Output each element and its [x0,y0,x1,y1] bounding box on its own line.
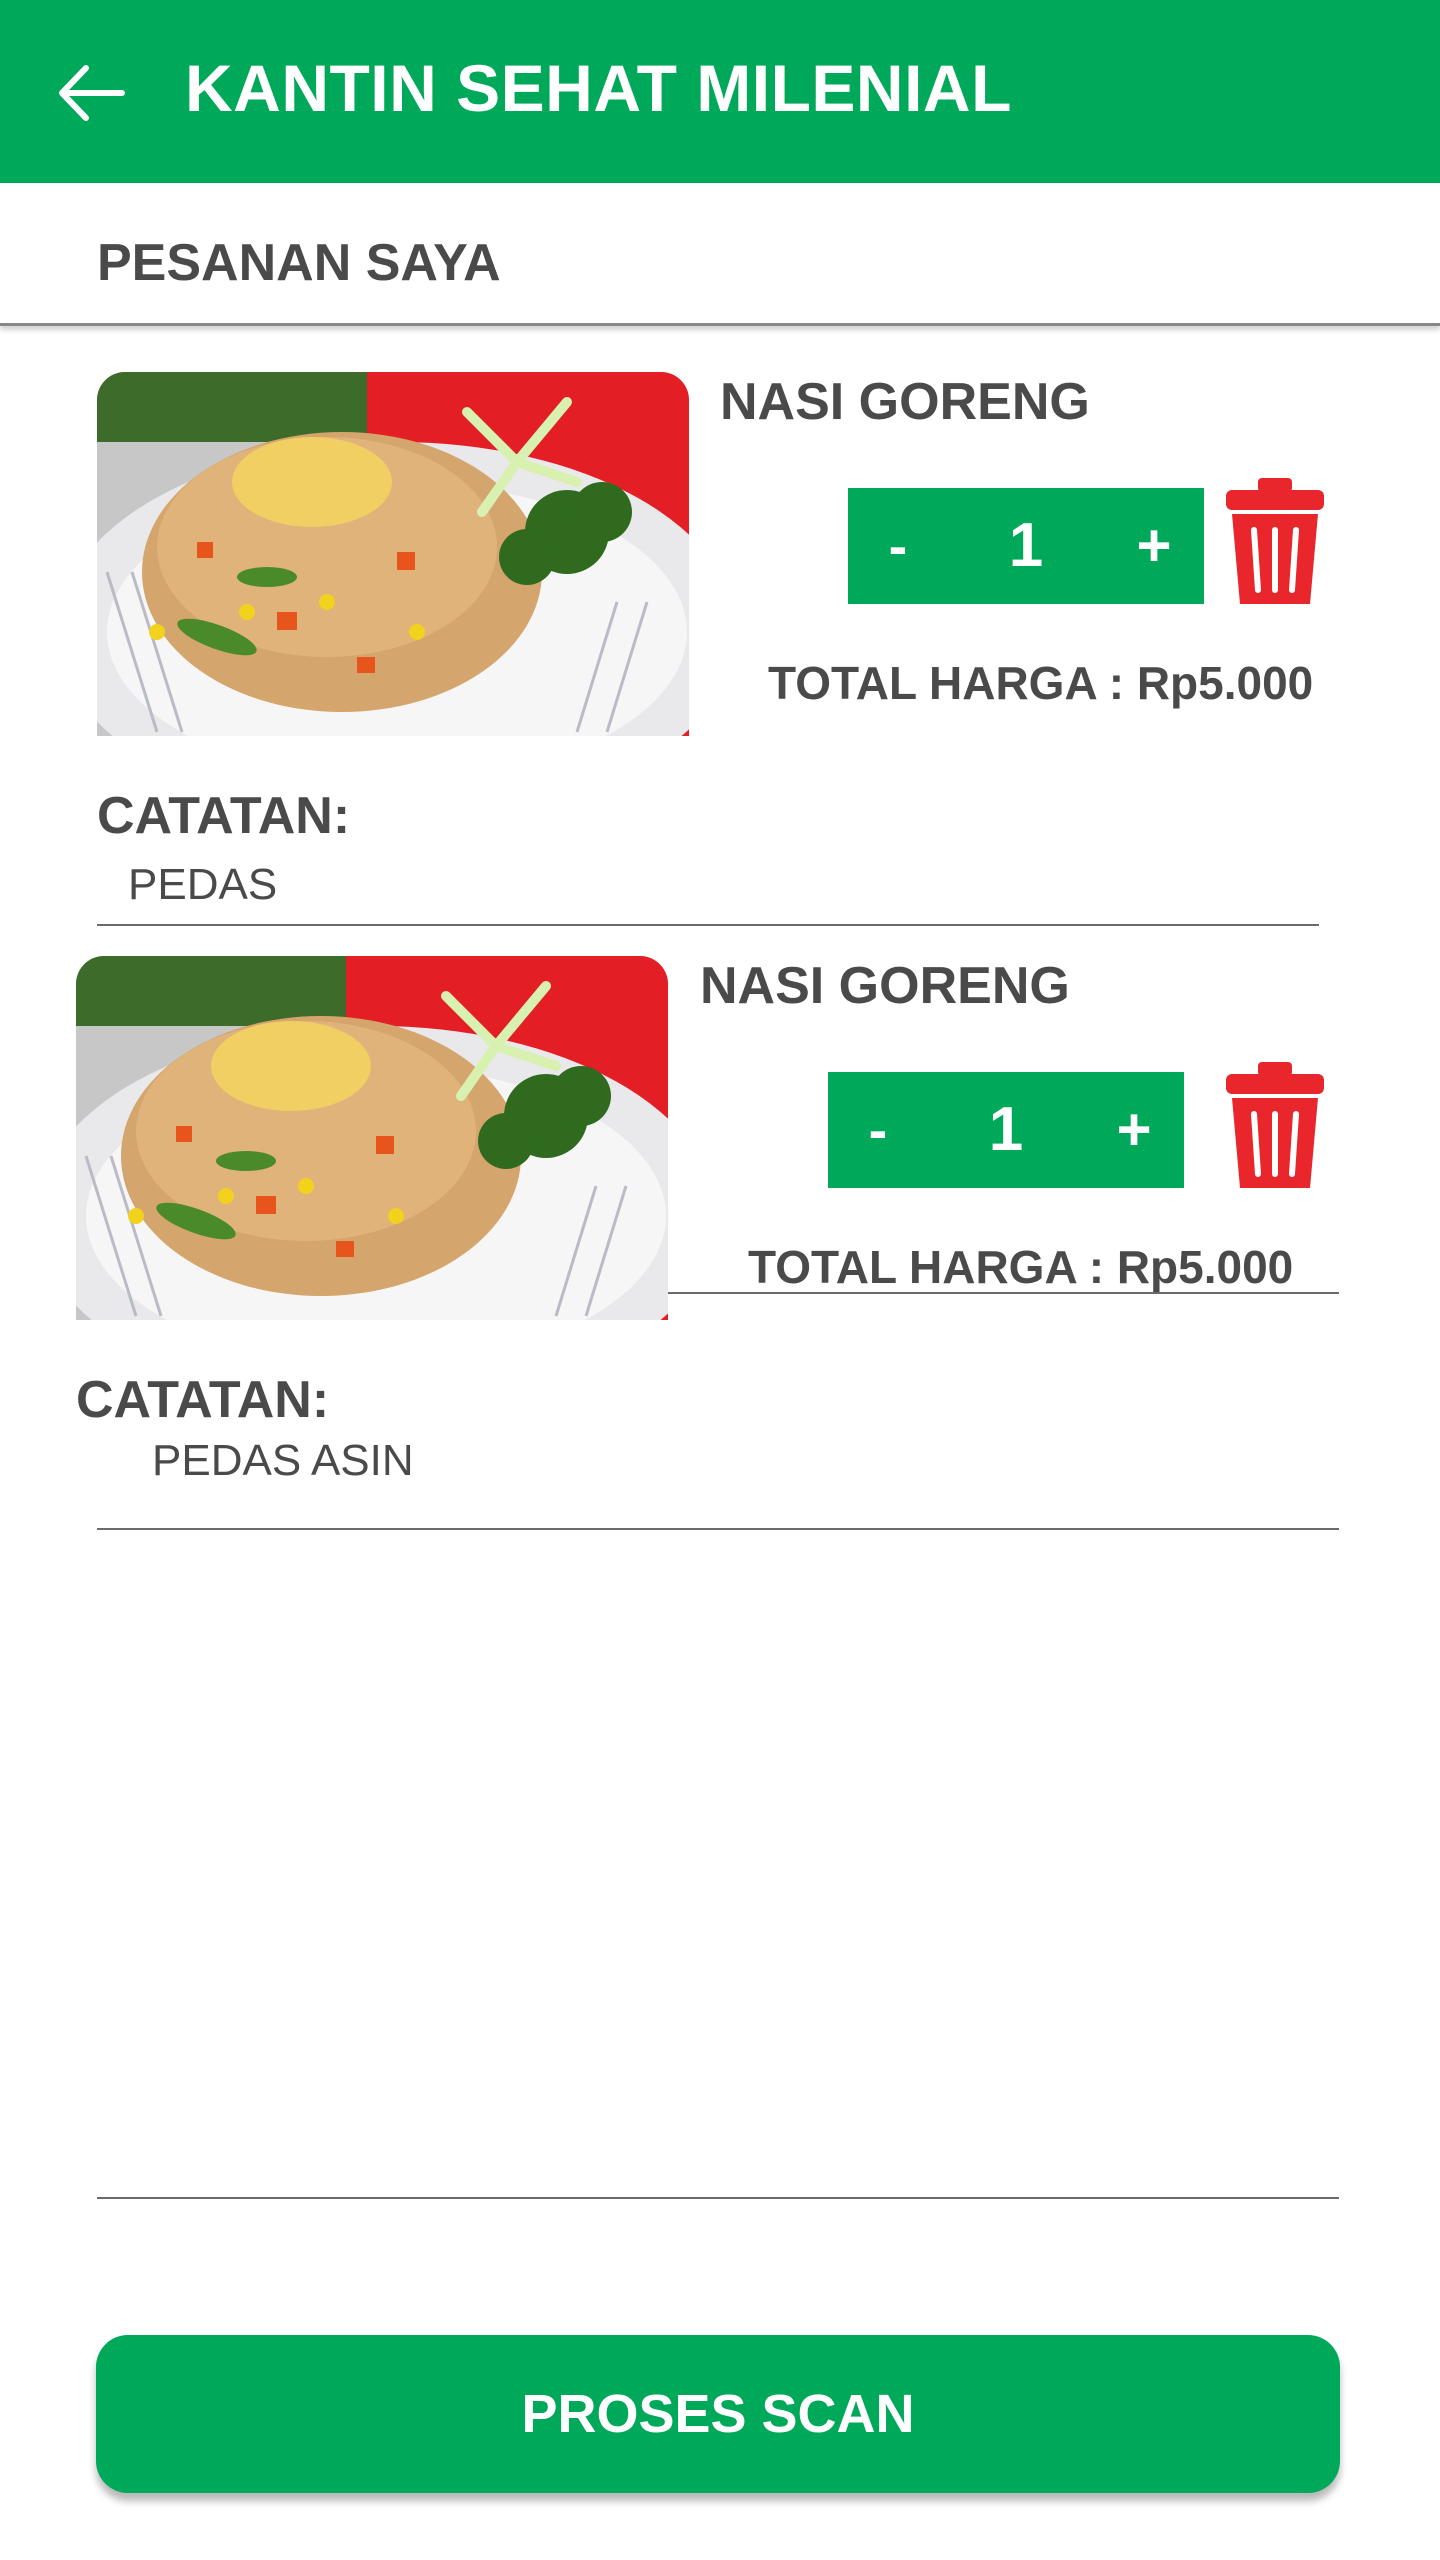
note-label: CATATAN: [76,1371,330,1429]
arrow-left-icon [59,65,125,121]
increase-button[interactable]: + [1104,1072,1164,1188]
total-price: TOTAL HARGA : Rp5.000 [748,1241,1294,1293]
section-header: PESANAN SAYA [0,183,1440,326]
delete-button[interactable] [1226,1062,1324,1188]
note-text: PEDAS ASIN [152,1436,414,1485]
divider [97,1528,1339,1530]
decrease-button[interactable]: - [848,1072,908,1188]
quantity-value: 1 [1008,511,1044,580]
food-name: NASI GORENG [720,373,1090,431]
decrease-button[interactable]: - [868,488,928,604]
divider [668,1292,1339,1294]
divider [97,924,1319,926]
total-price: TOTAL HARGA : Rp5.000 [768,657,1314,709]
food-image [97,372,689,736]
quantity-value: 1 [988,1095,1024,1164]
food-name: NASI GORENG [700,957,1070,1015]
app-title: KANTIN SEHAT MILENIAL [185,51,1012,125]
section-title: PESANAN SAYA [97,234,501,292]
trash-icon [1226,478,1324,604]
note-text: PEDAS [128,860,278,909]
process-scan-button[interactable]: PROSES SCAN [96,2335,1340,2493]
app-bar: KANTIN SEHAT MILENIAL [0,0,1440,183]
divider [97,2197,1339,2199]
increase-button[interactable]: + [1124,488,1184,604]
back-button[interactable] [52,58,132,128]
quantity-stepper: - 1 + [848,488,1204,604]
note-label: CATATAN: [97,787,351,845]
food-image [76,956,668,1320]
trash-icon [1226,1062,1324,1188]
quantity-stepper: - 1 + [828,1072,1184,1188]
delete-button[interactable] [1226,478,1324,604]
